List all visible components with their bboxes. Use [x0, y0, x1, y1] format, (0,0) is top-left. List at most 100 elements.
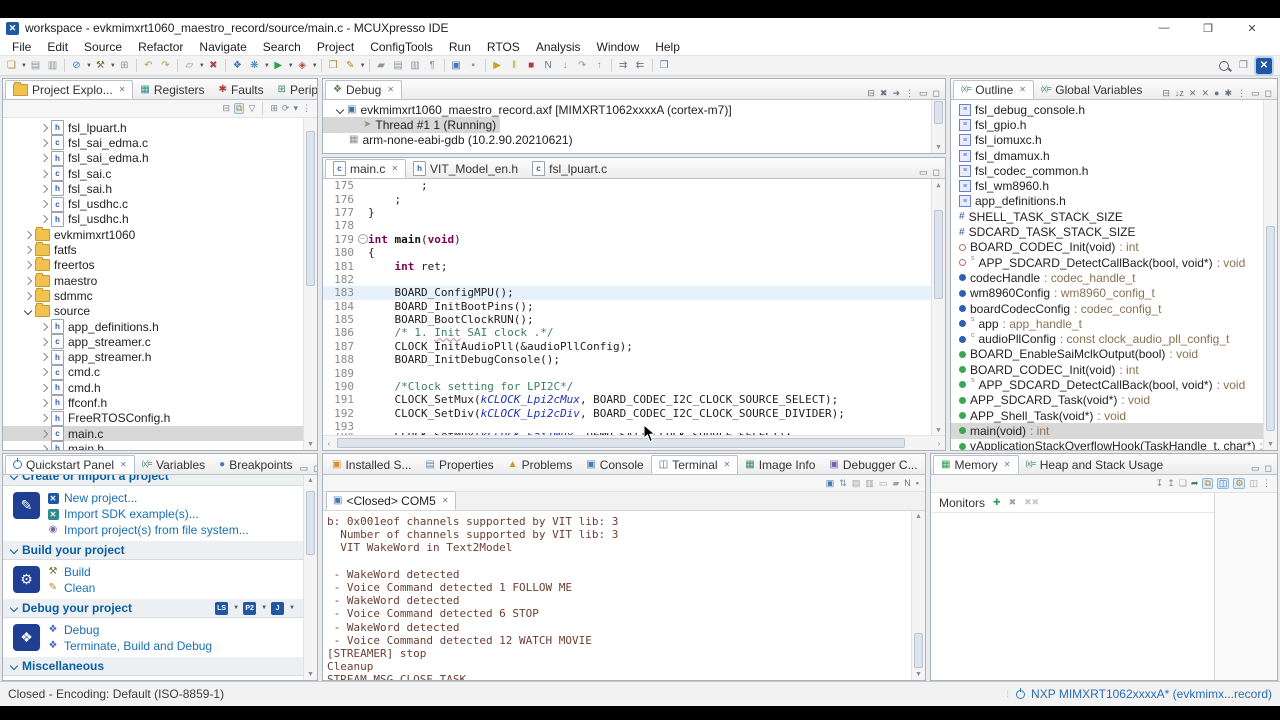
probe-dropdown-icon[interactable]: ▼ — [233, 605, 239, 611]
code-line-185[interactable]: 185 BOARD_BootClockRUN(); — [323, 313, 931, 326]
code-line-179[interactable]: 179–int main(void) — [323, 233, 931, 246]
tab-offline-perip-[interactable]: ⊞Offline Perip... — [925, 455, 926, 474]
new-tab-icon[interactable]: ❏ — [1179, 479, 1187, 488]
pin-icon[interactable]: ▰ — [892, 479, 899, 488]
more-icon[interactable]: ⋮ — [905, 89, 914, 98]
chevron-down-icon[interactable] — [336, 105, 344, 113]
code-line-182[interactable]: 182 — [323, 273, 931, 286]
link-icon[interactable]: ⧉ — [1202, 478, 1212, 489]
resume-icon[interactable]: ▶ — [489, 57, 506, 74]
tab-faults[interactable]: ✱Faults — [212, 80, 271, 99]
section-chevron-icon[interactable] — [10, 662, 18, 670]
menu-navigate[interactable]: Navigate — [191, 40, 254, 54]
chevron-right-icon[interactable] — [40, 215, 48, 223]
outline-item[interactable]: wm8960Config : wm8960_config_t — [951, 286, 1263, 301]
scroll-up-icon[interactable]: ▲ — [912, 511, 925, 522]
file-search-icon[interactable]: ❒ — [325, 57, 342, 74]
sync-icon[interactable]: ⟳ — [282, 104, 290, 113]
scroll-left-icon[interactable]: ‹ — [323, 436, 335, 450]
section-chevron-icon[interactable] — [10, 604, 18, 612]
p2-probe-icon[interactable]: P2 — [243, 602, 256, 615]
link-build[interactable]: ⚒Build — [47, 564, 95, 580]
code-line-186[interactable]: 186 /* 1. Init SAI clock .*/ — [323, 326, 931, 339]
chevron-right-icon[interactable] — [40, 383, 48, 391]
chevron-right-icon[interactable] — [24, 292, 32, 300]
outline-item[interactable]: #SHELL_TASK_STACK_SIZE — [951, 209, 1263, 224]
tab-debugger-c-[interactable]: ▣Debugger C... — [822, 455, 924, 474]
menu-analysis[interactable]: Analysis — [528, 40, 589, 54]
chevron-right-icon[interactable] — [40, 445, 48, 450]
minimize-view-icon[interactable]: ▭ — [919, 167, 928, 178]
vertical-scrollbar[interactable]: ▼ — [303, 118, 317, 450]
section-chevron-icon[interactable] — [10, 475, 18, 480]
scroll-up-icon[interactable]: ▲ — [304, 475, 317, 486]
menu-file[interactable]: File — [4, 40, 39, 54]
link-import-sdk-example-s-[interactable]: ✕Import SDK example(s)... — [47, 506, 249, 522]
scroll-down-icon[interactable]: ▼ — [912, 669, 925, 680]
code-line-188[interactable]: 188 BOARD_InitDebugConsole(); — [323, 353, 931, 366]
more-icon[interactable]: ⋮ — [302, 104, 311, 113]
scroll-lock-icon[interactable]: ⇅ — [839, 479, 847, 488]
tree-item-evkmimxrt1060[interactable]: evkmimxrt1060 — [3, 227, 303, 242]
hex-up-icon[interactable]: ↥ — [1167, 479, 1175, 488]
open-new-view-icon[interactable]: ❐ — [656, 57, 673, 74]
open-console-icon[interactable]: ▣ — [448, 57, 465, 74]
minimize-view-icon[interactable]: ▭ — [300, 463, 309, 474]
scrollbar-thumb[interactable] — [306, 131, 315, 286]
chevron-right-icon[interactable] — [40, 353, 48, 361]
view-menu-icon[interactable]: ▾ — [293, 104, 298, 113]
outline-item[interactable]: sAPP_SDCARD_DetectCallBack(bool, void*) … — [951, 377, 1263, 392]
vertical-scrollbar[interactable]: ▲▼ — [303, 475, 317, 680]
tab-outline[interactable]: (x)=Outline✕ — [953, 80, 1034, 99]
collapse-all-icon[interactable]: ⊟ — [1162, 89, 1170, 98]
debug-item[interactable]: ▦arm-none-eabi-gdb (10.2.90.20210621) — [323, 133, 577, 148]
link-debug[interactable]: ❖Debug — [47, 622, 212, 638]
settings-icon[interactable]: ▪ — [916, 479, 919, 488]
section-header-build-your-project[interactable]: Build your project — [3, 541, 303, 560]
code-line-193[interactable]: 193 — [323, 420, 931, 433]
search-text-icon[interactable]: ▪ — [465, 57, 482, 74]
build-icon[interactable]: ⚒ — [92, 57, 109, 74]
section-chevron-icon[interactable] — [10, 546, 18, 554]
tree-item-freertosconfig-h[interactable]: hFreeRTOSConfig.h — [3, 411, 303, 426]
code-line-191[interactable]: 191 CLOCK_SetMux(kCLOCK_Lpi2cMux, BOARD_… — [323, 393, 931, 406]
new-wizard-icon[interactable]: ❏ — [3, 57, 20, 74]
chevron-right-icon[interactable] — [24, 230, 32, 238]
menu-window[interactable]: Window — [589, 40, 648, 54]
outline-item[interactable]: main(void) : int — [951, 423, 1263, 438]
minimize-view-icon[interactable]: ▭ — [919, 88, 928, 99]
fold-collapse-icon[interactable]: – — [358, 234, 368, 244]
close-tab-icon[interactable]: ✕ — [119, 85, 126, 94]
outline-item[interactable]: ≡fsl_wm8960.h — [951, 178, 1263, 193]
pin-editor-icon[interactable]: ▰ — [373, 57, 390, 74]
tree-item-ffconf-h[interactable]: hffconf.h — [3, 395, 303, 410]
save-icon[interactable]: ▤ — [27, 57, 44, 74]
close-tab-icon[interactable]: ✕ — [1019, 85, 1026, 94]
tree-item-app-streamer-c[interactable]: capp_streamer.c — [3, 334, 303, 349]
scroll-right-icon[interactable]: › — [933, 436, 945, 450]
probe-dropdown-icon[interactable]: ▼ — [289, 605, 295, 611]
outline-item[interactable]: BOARD_CODEC_Init(void) : int — [951, 362, 1263, 377]
chevron-right-icon[interactable] — [40, 338, 48, 346]
tab-breakpoints[interactable]: ●Breakpoints — [212, 455, 299, 474]
tree-item-fsl-lpuart-h[interactable]: hfsl_lpuart.h — [3, 120, 303, 135]
close-tab-icon[interactable]: ✕ — [1004, 460, 1011, 469]
connect-process-icon[interactable]: ➜ — [892, 89, 900, 98]
outline-item[interactable]: ≡fsl_iomuxc.h — [951, 133, 1263, 148]
paste-icon[interactable]: ▥ — [865, 479, 874, 488]
chevron-right-icon[interactable] — [40, 154, 48, 162]
chevron-right-icon[interactable] — [40, 139, 48, 147]
undo-icon[interactable]: ↶ — [140, 57, 157, 74]
tree-item-app-definitions-h[interactable]: happ_definitions.h — [3, 319, 303, 334]
scroll-down-icon[interactable]: ▼ — [932, 142, 945, 153]
debug-item[interactable]: ➤Thread #1 1 (Running) — [323, 117, 500, 132]
chevron-right-icon[interactable] — [40, 123, 48, 131]
tree-item-fsl-sai-h[interactable]: hfsl_sai.h — [3, 181, 303, 196]
maximize-view-icon[interactable]: ◻ — [1265, 463, 1272, 474]
element-selector-icon[interactable]: ▱ — [181, 57, 198, 74]
skip-all-breakpoints-icon[interactable]: ⊘ — [68, 57, 85, 74]
code-line-184[interactable]: 184 BOARD_InitBootPins(); — [323, 300, 931, 313]
code-line-178[interactable]: 178 — [323, 219, 931, 232]
link-new-project-[interactable]: ✕New project... — [47, 490, 249, 506]
prev-annotation-icon[interactable]: ▤ — [390, 57, 407, 74]
